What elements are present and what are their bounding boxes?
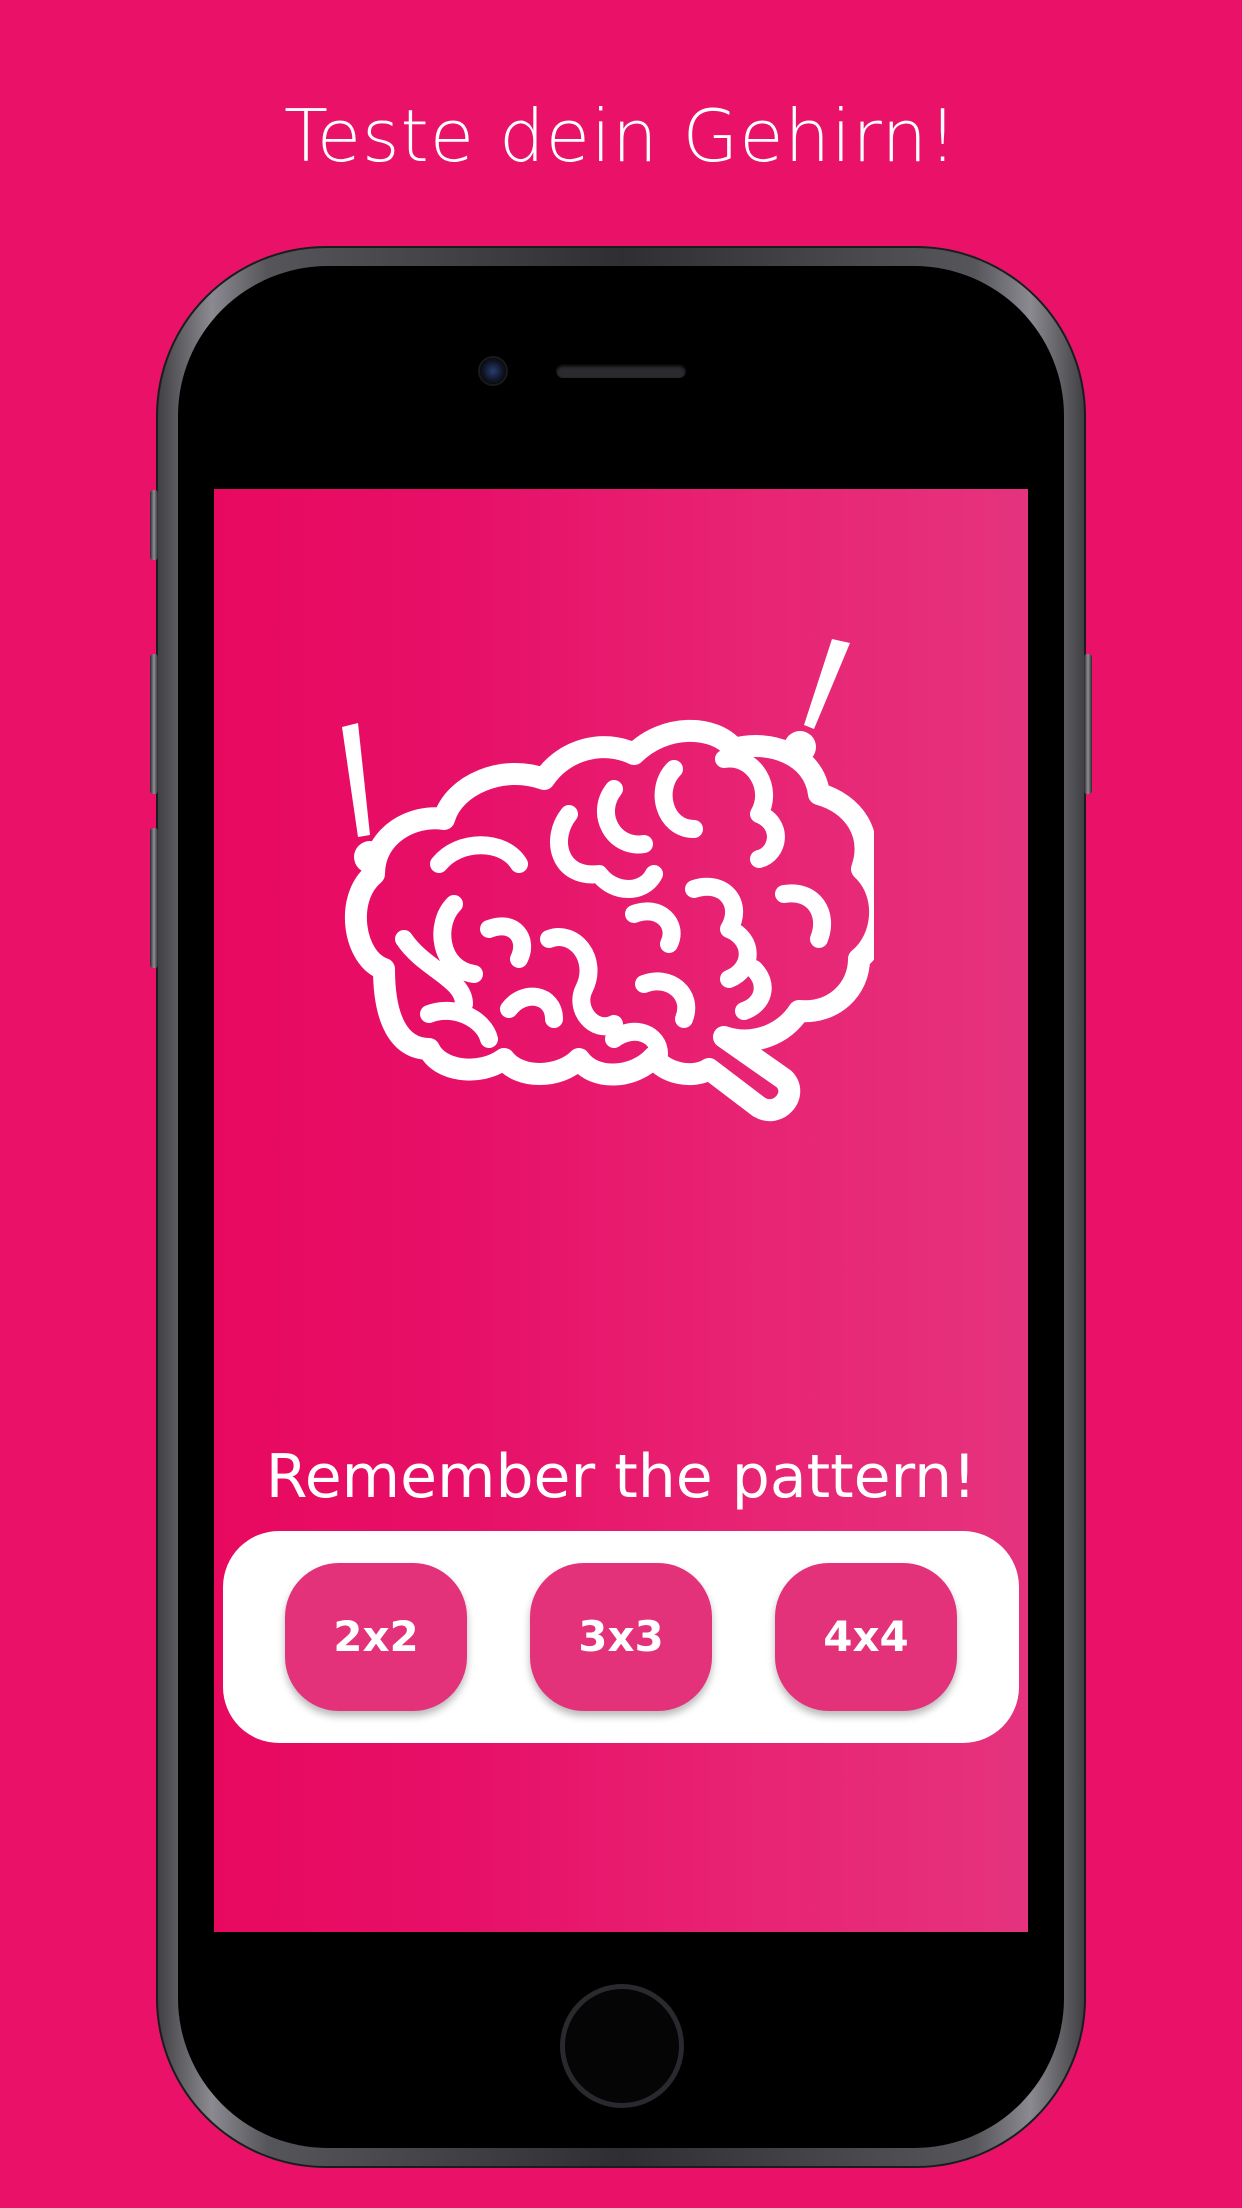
grid-size-panel: 2x2 3x3 4x4 [223,1531,1019,1743]
app-screen: Remember the pattern! 2x2 3x3 4x4 [214,489,1028,1932]
earpiece-speaker [556,364,686,378]
grid-4x4-button[interactable]: 4x4 [775,1563,957,1711]
brain-icon [314,639,892,1199]
phone-volume-up-button [150,654,158,794]
promo-headline: Teste dein Gehirn! [283,94,959,178]
front-camera-icon [480,358,506,384]
grid-3x3-button[interactable]: 3x3 [530,1563,712,1711]
phone-volume-down-button [150,828,158,968]
phone-mute-switch [150,490,158,560]
grid-2x2-button[interactable]: 2x2 [285,1563,467,1711]
home-button[interactable] [560,1984,684,2108]
phone-power-button [1084,654,1092,794]
tagline-text: Remember the pattern! [265,1442,977,1512]
